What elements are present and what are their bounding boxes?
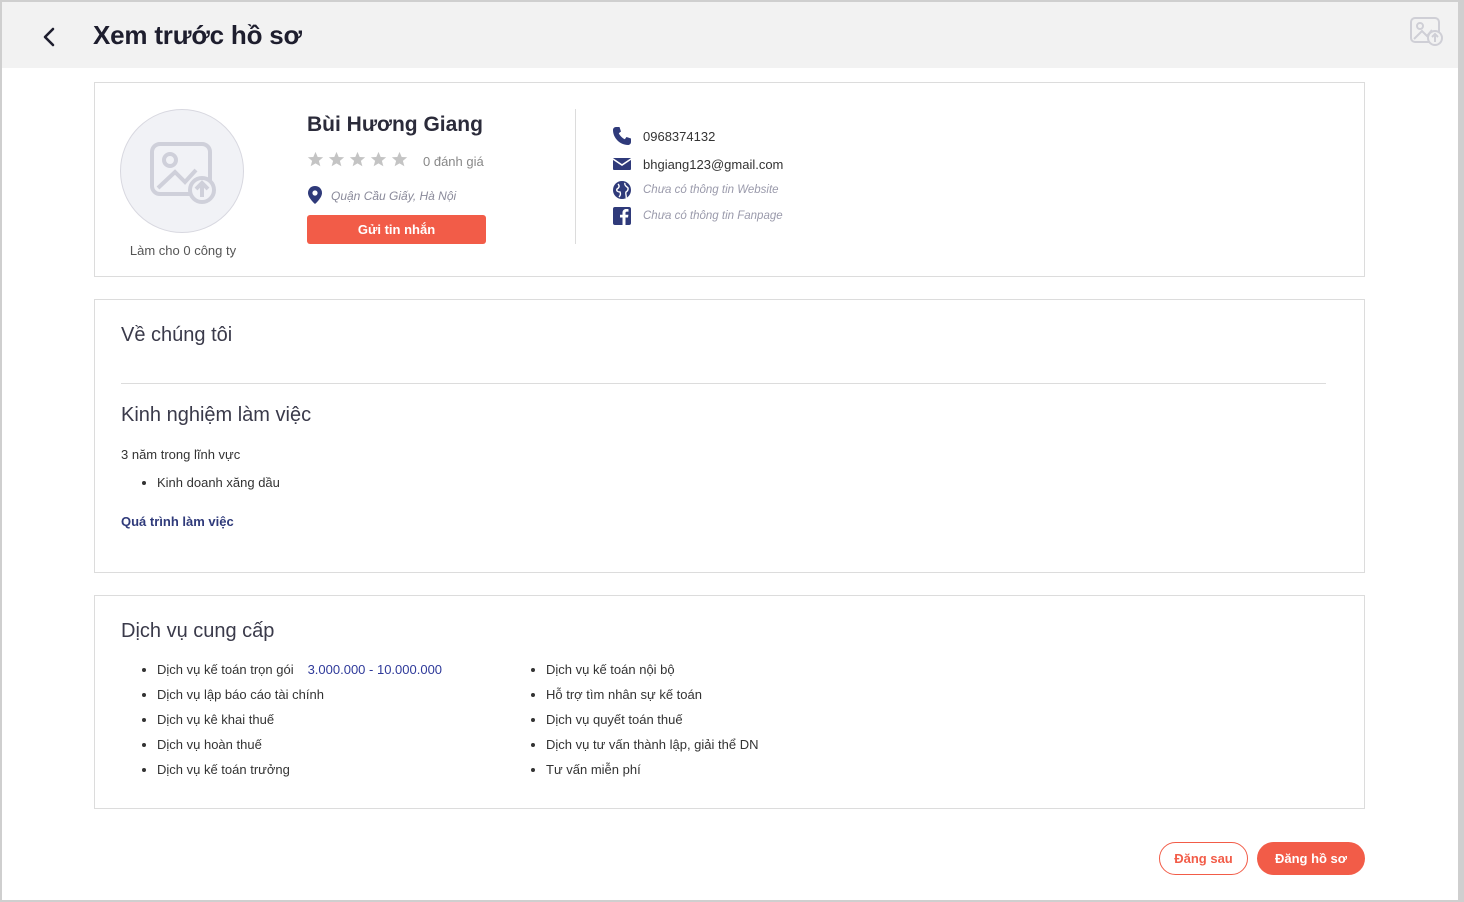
star-icon — [349, 151, 366, 167]
divider — [575, 109, 576, 244]
contact-website: Chưa có thông tin Website — [612, 180, 779, 200]
experience-fields: Kinh doanh xăng dầu — [157, 475, 280, 490]
website-text: Chưa có thông tin Website — [643, 184, 779, 196]
service-name: Dịch vụ kế toán trọn gói — [157, 662, 294, 677]
works-for-count: Làm cho 0 công ty — [129, 243, 237, 258]
services-list-right: Dịch vụ kế toán nội bộ Hỗ trợ tìm nhân s… — [546, 662, 758, 787]
service-item: Dịch vụ lập báo cáo tài chính — [157, 687, 442, 712]
rating-count: 0 đánh giá — [423, 154, 484, 169]
services-card: Dịch vụ cung cấp Dịch vụ kế toán trọn gó… — [94, 595, 1365, 809]
service-name: Dịch vụ kê khai thuế — [157, 712, 275, 727]
mail-icon — [612, 154, 632, 174]
phone-icon — [612, 126, 632, 146]
service-item: Dịch vụ kế toán trọn gói 3.000.000 - 10.0… — [157, 662, 442, 687]
service-name: Dịch vụ hoàn thuế — [157, 737, 262, 752]
post-later-button[interactable]: Đăng sau — [1159, 842, 1248, 875]
service-name: Dịch vụ lập báo cáo tài chính — [157, 687, 324, 702]
list-item: Kinh doanh xăng dầu — [157, 475, 280, 490]
contact-fanpage: Chưa có thông tin Fanpage — [612, 206, 783, 226]
chevron-left-icon — [43, 27, 55, 47]
work-history-link[interactable]: Quá trình làm việc — [121, 514, 234, 529]
service-item: Dịch vụ tư vấn thành lập, giải thể DN — [546, 737, 758, 762]
divider — [121, 383, 1326, 384]
service-item: Dịch vụ kế toán nội bộ — [546, 662, 758, 687]
scrollbar[interactable] — [1458, 68, 1464, 900]
profile-card: Làm cho 0 công ty Bùi Hương Giang 0 đánh… — [94, 82, 1365, 277]
service-item: Hỗ trợ tìm nhân sự kế toán — [546, 687, 758, 712]
star-icon — [328, 151, 345, 167]
service-item: Dịch vụ quyết toán thuế — [546, 712, 758, 737]
phone-number: 0968374132 — [643, 128, 716, 144]
service-item: Dịch vụ hoàn thuế — [157, 737, 442, 762]
facebook-icon — [612, 206, 632, 226]
service-item: Tư vấn miễn phí — [546, 762, 758, 787]
avatar[interactable] — [120, 109, 244, 233]
services-title: Dịch vụ cung cấp — [121, 620, 275, 642]
globe-icon — [612, 180, 632, 200]
header-bar: Xem trước hồ sơ — [2, 2, 1458, 68]
location-text: Quận Cầu Giấy, Hà Nội — [331, 189, 457, 203]
email-address: bhgiang123@gmail.com — [643, 156, 784, 172]
service-item: Dịch vụ kế toán trưởng — [157, 762, 442, 787]
star-icon — [307, 151, 324, 167]
services-list-left: Dịch vụ kế toán trọn gói 3.000.000 - 10.0… — [157, 662, 442, 787]
page-title: Xem trước hồ sơ — [93, 20, 302, 50]
rating-stars — [307, 151, 408, 168]
contact-email: bhgiang123@gmail.com — [612, 154, 783, 174]
about-card: Về chúng tôi Kinh nghiệm làm việc 3 năm … — [94, 299, 1365, 573]
send-message-button[interactable]: Gửi tin nhắn — [307, 215, 486, 244]
fanpage-text: Chưa có thông tin Fanpage — [643, 210, 783, 222]
contact-phone: 0968374132 — [612, 126, 715, 146]
back-button[interactable] — [38, 24, 62, 50]
image-upload-icon[interactable] — [1408, 14, 1444, 48]
image-upload-icon — [150, 142, 216, 204]
experience-years: 3 năm trong lĩnh vực — [121, 447, 241, 462]
about-title: Về chúng tôi — [121, 324, 233, 346]
service-name: Dịch vụ kế toán trưởng — [157, 762, 290, 777]
star-icon — [391, 151, 408, 167]
service-price: 3.000.000 - 10.000.000 — [307, 662, 443, 677]
location-pin-icon — [308, 186, 322, 204]
profile-name: Bùi Hương Giang — [307, 113, 483, 136]
post-profile-button[interactable]: Đăng hồ sơ — [1257, 842, 1365, 875]
star-icon — [370, 151, 387, 167]
service-item: Dịch vụ kê khai thuế — [157, 712, 442, 737]
experience-title: Kinh nghiệm làm việc — [121, 404, 312, 426]
